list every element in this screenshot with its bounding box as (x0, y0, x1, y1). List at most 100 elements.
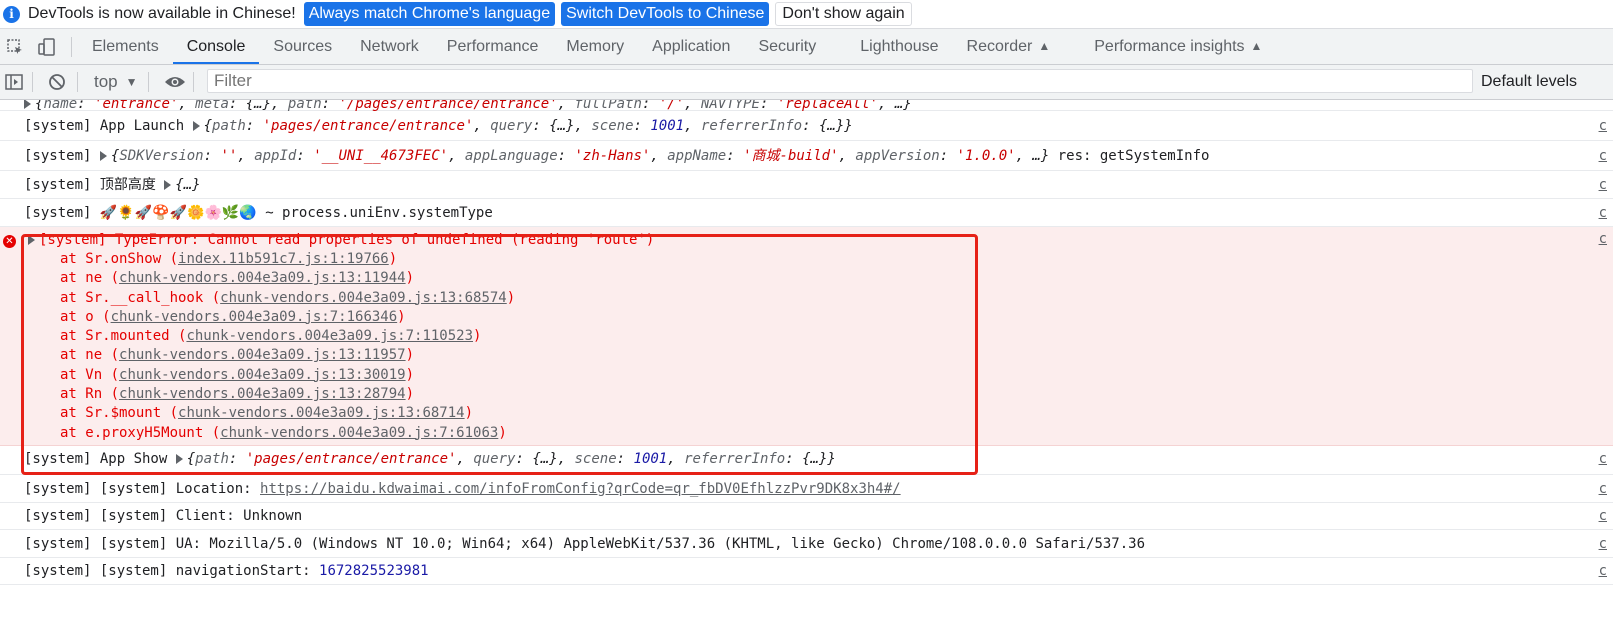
tab-lighthouse[interactable]: Lighthouse (846, 29, 952, 64)
expand-triangle-icon[interactable] (24, 100, 31, 109)
stack-frame-location-link[interactable]: chunk-vendors.004e3a09.js:13:11944 (119, 270, 406, 286)
source-link[interactable]: c (1599, 503, 1607, 530)
source-link[interactable]: c (1599, 446, 1607, 472)
stack-frame-function: at e.proxyH5Mount ( (60, 424, 221, 441)
expand-triangle-icon[interactable] (99, 151, 107, 161)
stack-frame-location-link[interactable]: chunk-vendors.004e3a09.js:13:28794 (119, 386, 406, 402)
tab-recorder[interactable]: Recorder ▲ (953, 29, 1065, 64)
object-value: '商城-build' (743, 148, 839, 164)
console-row: [system] [system] UA: Mozilla/5.0 (Windo… (0, 530, 1613, 558)
source-link[interactable]: c (1599, 111, 1607, 141)
sidebar-toggle-icon[interactable] (2, 70, 26, 94)
console-toolbar: top ▼ Default levels (0, 65, 1613, 100)
source-link[interactable]: c (1599, 231, 1607, 247)
stack-frame-function: at Rn ( (60, 386, 120, 403)
device-toolbar-icon[interactable] (35, 35, 59, 59)
live-expression-eye-icon[interactable] (163, 70, 187, 94)
tab-elements[interactable]: Elements (78, 29, 173, 64)
source-link[interactable]: c (1599, 558, 1607, 585)
expand-triangle-icon[interactable] (175, 454, 183, 464)
expand-triangle-icon[interactable] (192, 121, 200, 131)
object-key: path (195, 451, 229, 467)
tab-security[interactable]: Security (744, 29, 830, 64)
stack-frame: at o (chunk-vendors.004e3a09.js:7:166346… (60, 308, 1613, 327)
emoji-text: 🚀🌻🚀🍄🚀🌼🌸🌿🌏 (99, 205, 257, 221)
log-prefix: [system] [system] Location: (24, 481, 252, 497)
object-key: appVersion (855, 148, 940, 164)
filter-input[interactable] (207, 69, 1473, 93)
toolbar-divider (32, 72, 33, 92)
dont-show-again-button[interactable]: Don't show again (775, 2, 912, 26)
object-key: path (212, 118, 246, 134)
object-value: 1001 (650, 118, 685, 134)
tab-sources[interactable]: Sources (259, 29, 346, 64)
log-number: 1672825523981 (319, 563, 429, 579)
expand-triangle-icon[interactable] (164, 180, 172, 190)
stack-frame-close-paren: ) (388, 251, 398, 267)
stack-frame-location-link[interactable]: chunk-vendors.004e3a09.js:13:68714 (178, 405, 465, 421)
stack-frame-location-link[interactable]: chunk-vendors.004e3a09.js:13:30019 (119, 367, 406, 383)
error-icon: ✕ (3, 235, 16, 248)
stack-frame: at Sr.$mount (chunk-vendors.004e3a09.js:… (60, 404, 1613, 423)
tab-console[interactable]: Console (172, 29, 260, 64)
experimental-flask-icon: ▲ (1038, 39, 1051, 53)
tab-performance-insights[interactable]: Performance insights ▲ (1080, 29, 1276, 64)
object-key: appName (667, 148, 727, 164)
source-link[interactable]: c (1599, 199, 1607, 227)
stack-frame-location-link[interactable]: index.11b591c7.js:1:19766 (178, 251, 389, 267)
toolbar-divider (192, 72, 194, 92)
stack-frame-function: at Sr.$mount ( (60, 405, 179, 422)
log-suffix: res: getSystemInfo (1057, 148, 1210, 164)
always-match-language-button[interactable]: Always match Chrome's language (303, 2, 556, 26)
tab-network[interactable]: Network (346, 29, 433, 64)
stack-frame-location-link[interactable]: chunk-vendors.004e3a09.js:13:68574 (220, 290, 507, 306)
object-key: query (473, 451, 516, 467)
source-link[interactable]: c (1599, 141, 1607, 171)
stack-frame-location-link[interactable]: chunk-vendors.004e3a09.js:7:61063 (220, 425, 498, 441)
log-prefix: [system] App Show (24, 451, 168, 467)
inspect-element-icon[interactable] (3, 35, 27, 59)
stack-frame-close-paren: ) (506, 289, 516, 306)
object-value: {…} (549, 118, 575, 134)
console-row: [system] App Launch {path: 'pages/entran… (0, 111, 1613, 141)
object-key: scene (574, 451, 617, 467)
stack-frame-location-link[interactable]: chunk-vendors.004e3a09.js:7:166346 (111, 309, 398, 325)
object-value: 'pages/entrance/entrance' (245, 451, 457, 467)
language-infobar: i DevTools is now available in Chinese! … (0, 0, 1613, 29)
tab-performance[interactable]: Performance (433, 29, 553, 64)
source-link[interactable]: c (1599, 475, 1607, 503)
source-link[interactable]: c (1599, 171, 1607, 199)
stack-frame-close-paren: ) (405, 347, 415, 364)
object-preview: {…} (175, 177, 201, 193)
stack-frame: at e.proxyH5Mount (chunk-vendors.004e3a0… (60, 424, 1613, 443)
switch-to-chinese-button[interactable]: Switch DevTools to Chinese (561, 2, 770, 26)
object-value: {…} (532, 451, 558, 467)
object-value: 'zh-Hans' (574, 148, 651, 164)
stack-frame-close-paren: ) (405, 386, 415, 403)
tab-divider (71, 36, 72, 57)
object-value: {…}} (818, 118, 853, 134)
info-icon: i (3, 5, 20, 23)
stack-frame: at Sr.__call_hook (chunk-vendors.004e3a0… (60, 289, 1613, 308)
tab-memory[interactable]: Memory (552, 29, 638, 64)
stack-frame-function: at Sr.__call_hook ( (60, 289, 221, 306)
object-value: '1.0.0' (956, 148, 1016, 164)
source-link[interactable]: c (1599, 530, 1607, 558)
log-text: [system] [system] Client: Unknown (24, 508, 303, 524)
stack-frame-function: at Sr.mounted ( (60, 328, 187, 345)
stack-frame-close-paren: ) (464, 405, 474, 422)
log-levels-dropdown[interactable]: Default levels (1481, 73, 1577, 91)
location-url-link[interactable]: https://baidu.kdwaimai.com/infoFromConfi… (260, 481, 901, 497)
context-selector[interactable]: top ▼ (94, 72, 138, 92)
context-selector-value: top (94, 72, 118, 91)
clear-console-icon[interactable] (45, 70, 69, 94)
stack-frame-location-link[interactable]: chunk-vendors.004e3a09.js:7:110523 (186, 328, 473, 344)
stack-frame-function: at ne ( (60, 270, 120, 287)
expand-triangle-icon[interactable] (28, 235, 35, 245)
object-value: {…}} (802, 451, 836, 467)
tab-application[interactable]: Application (638, 29, 744, 64)
stack-frame-location-link[interactable]: chunk-vendors.004e3a09.js:13:11957 (119, 347, 406, 363)
stack-frame-close-paren: ) (405, 366, 415, 383)
experimental-flask-icon: ▲ (1250, 39, 1263, 53)
stack-frame-close-paren: ) (405, 270, 415, 287)
